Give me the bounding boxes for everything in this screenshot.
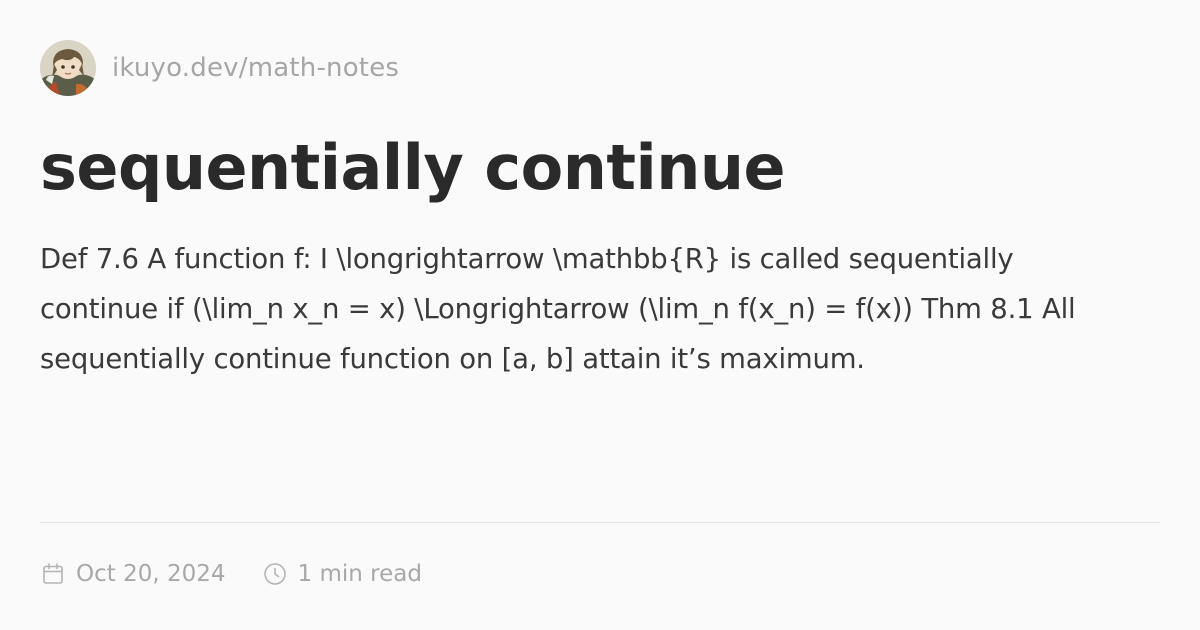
publish-date: Oct 20, 2024 [40,561,226,587]
reading-time: 1 min read [262,561,422,587]
reading-time-text: 1 min read [297,561,422,587]
avatar-illustration-icon [40,40,96,96]
site-url[interactable]: ikuyo.dev/math-notes [112,53,399,83]
post-meta: Oct 20, 2024 1 min read [40,557,422,591]
publish-date-text: Oct 20, 2024 [76,561,226,587]
avatar [40,40,96,96]
post-excerpt: Def 7.6 A function f: I \longrightarrow … [40,243,1076,375]
page-title: sequentially continue [40,131,786,204]
clock-icon [262,561,288,587]
site-header[interactable]: ikuyo.dev/math-notes [40,40,399,96]
og-card: ikuyo.dev/math-notes sequentially contin… [0,0,1200,630]
divider [40,522,1160,523]
calendar-icon [40,561,66,587]
